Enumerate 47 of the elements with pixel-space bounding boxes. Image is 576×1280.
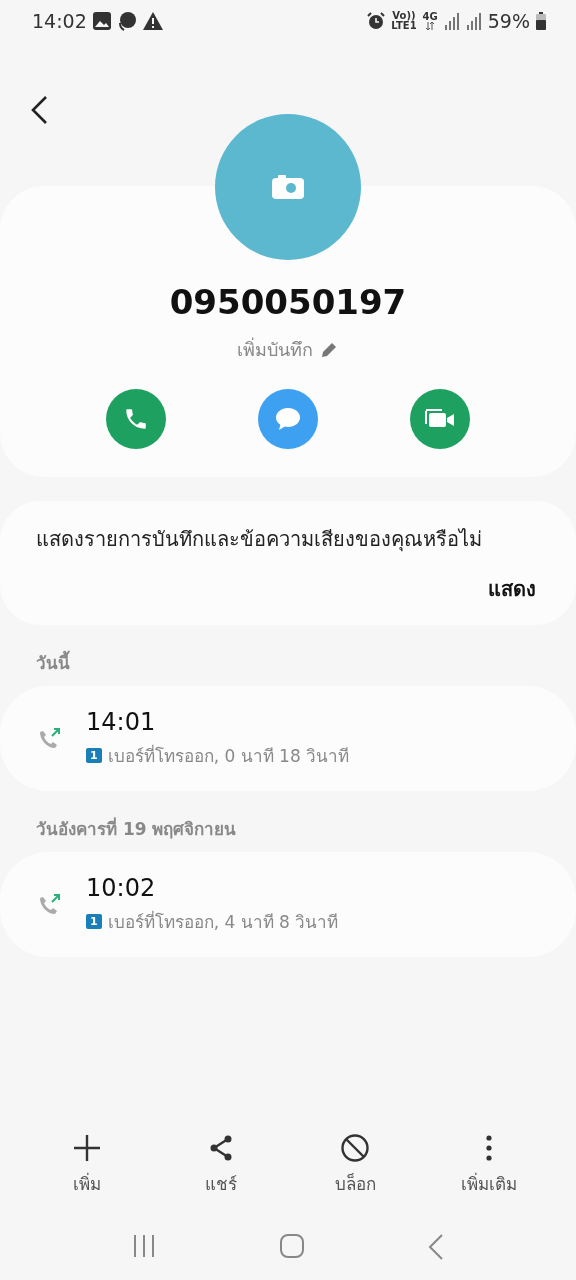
battery-percentage: 59%: [487, 10, 530, 32]
share-icon: [208, 1134, 234, 1162]
call-detail: เบอร์ที่โทรออก, 0 นาที 18 วินาที: [107, 743, 350, 768]
alarm-icon: [367, 12, 386, 30]
message-button[interactable]: [258, 389, 318, 449]
chat-bubble-icon: [274, 406, 302, 432]
banner-text: แสดงรายการบันทึกและข้อความเสียงของคุณหรือไม่: [36, 526, 483, 554]
camera-icon: [272, 175, 304, 199]
back-icon: [428, 1234, 444, 1260]
toolbar-button[interactable]: เพิ่ม: [42, 1133, 132, 1198]
volte-label: Vo)): [392, 11, 416, 21]
signal-icon: [443, 12, 460, 30]
battery-icon: [536, 12, 546, 30]
call-button[interactable]: [106, 389, 166, 449]
toolbar-button[interactable]: บล็อก: [310, 1133, 400, 1198]
call-log-item[interactable]: 14:01 1 เบอร์ที่โทรออก, 0 นาที 18 วินาที: [0, 686, 576, 791]
toolbar-button[interactable]: เพิ่มเติม: [444, 1133, 534, 1198]
block-icon: [341, 1134, 369, 1162]
lte-label: LTE1: [391, 21, 417, 31]
recent-apps-button[interactable]: [132, 1234, 156, 1260]
sim-badge: 1: [86, 914, 102, 929]
home-button[interactable]: [280, 1234, 304, 1260]
sim-badge: 1: [86, 748, 102, 763]
call-log-item[interactable]: 10:02 1 เบอร์ที่โทรออก, 4 นาที 8 วินาที: [0, 852, 576, 957]
chat-icon: [116, 11, 137, 31]
call-detail: เบอร์ที่โทรออก, 4 นาที 8 วินาที: [107, 909, 339, 934]
toolbar-button[interactable]: แชร์: [176, 1133, 266, 1198]
phone-number: 0950050197: [169, 282, 407, 322]
show-button[interactable]: แสดง: [484, 573, 540, 605]
recent-apps-icon: [132, 1234, 156, 1258]
phone-icon: [123, 406, 149, 432]
plus-icon: [73, 1134, 101, 1162]
data-arrows-icon: [425, 22, 436, 30]
image-icon: [92, 12, 111, 30]
back-nav-button[interactable]: [428, 1234, 444, 1260]
call-time: 10:02: [86, 874, 157, 902]
signal-icon: [465, 12, 482, 30]
warning-icon: [142, 12, 163, 30]
more-icon: [485, 1134, 493, 1162]
network-label: 4G: [422, 12, 438, 22]
video-call-button[interactable]: [410, 389, 470, 449]
date-header: วันอังคารที่ 19 พฤศจิกายน: [35, 816, 238, 841]
home-icon: [280, 1234, 304, 1258]
call-time: 14:01: [86, 708, 157, 736]
status-time: 14:02: [32, 10, 87, 32]
date-header: วันนี้: [0, 625, 576, 686]
add-note-button[interactable]: เพิ่มบันทึก: [231, 334, 345, 365]
